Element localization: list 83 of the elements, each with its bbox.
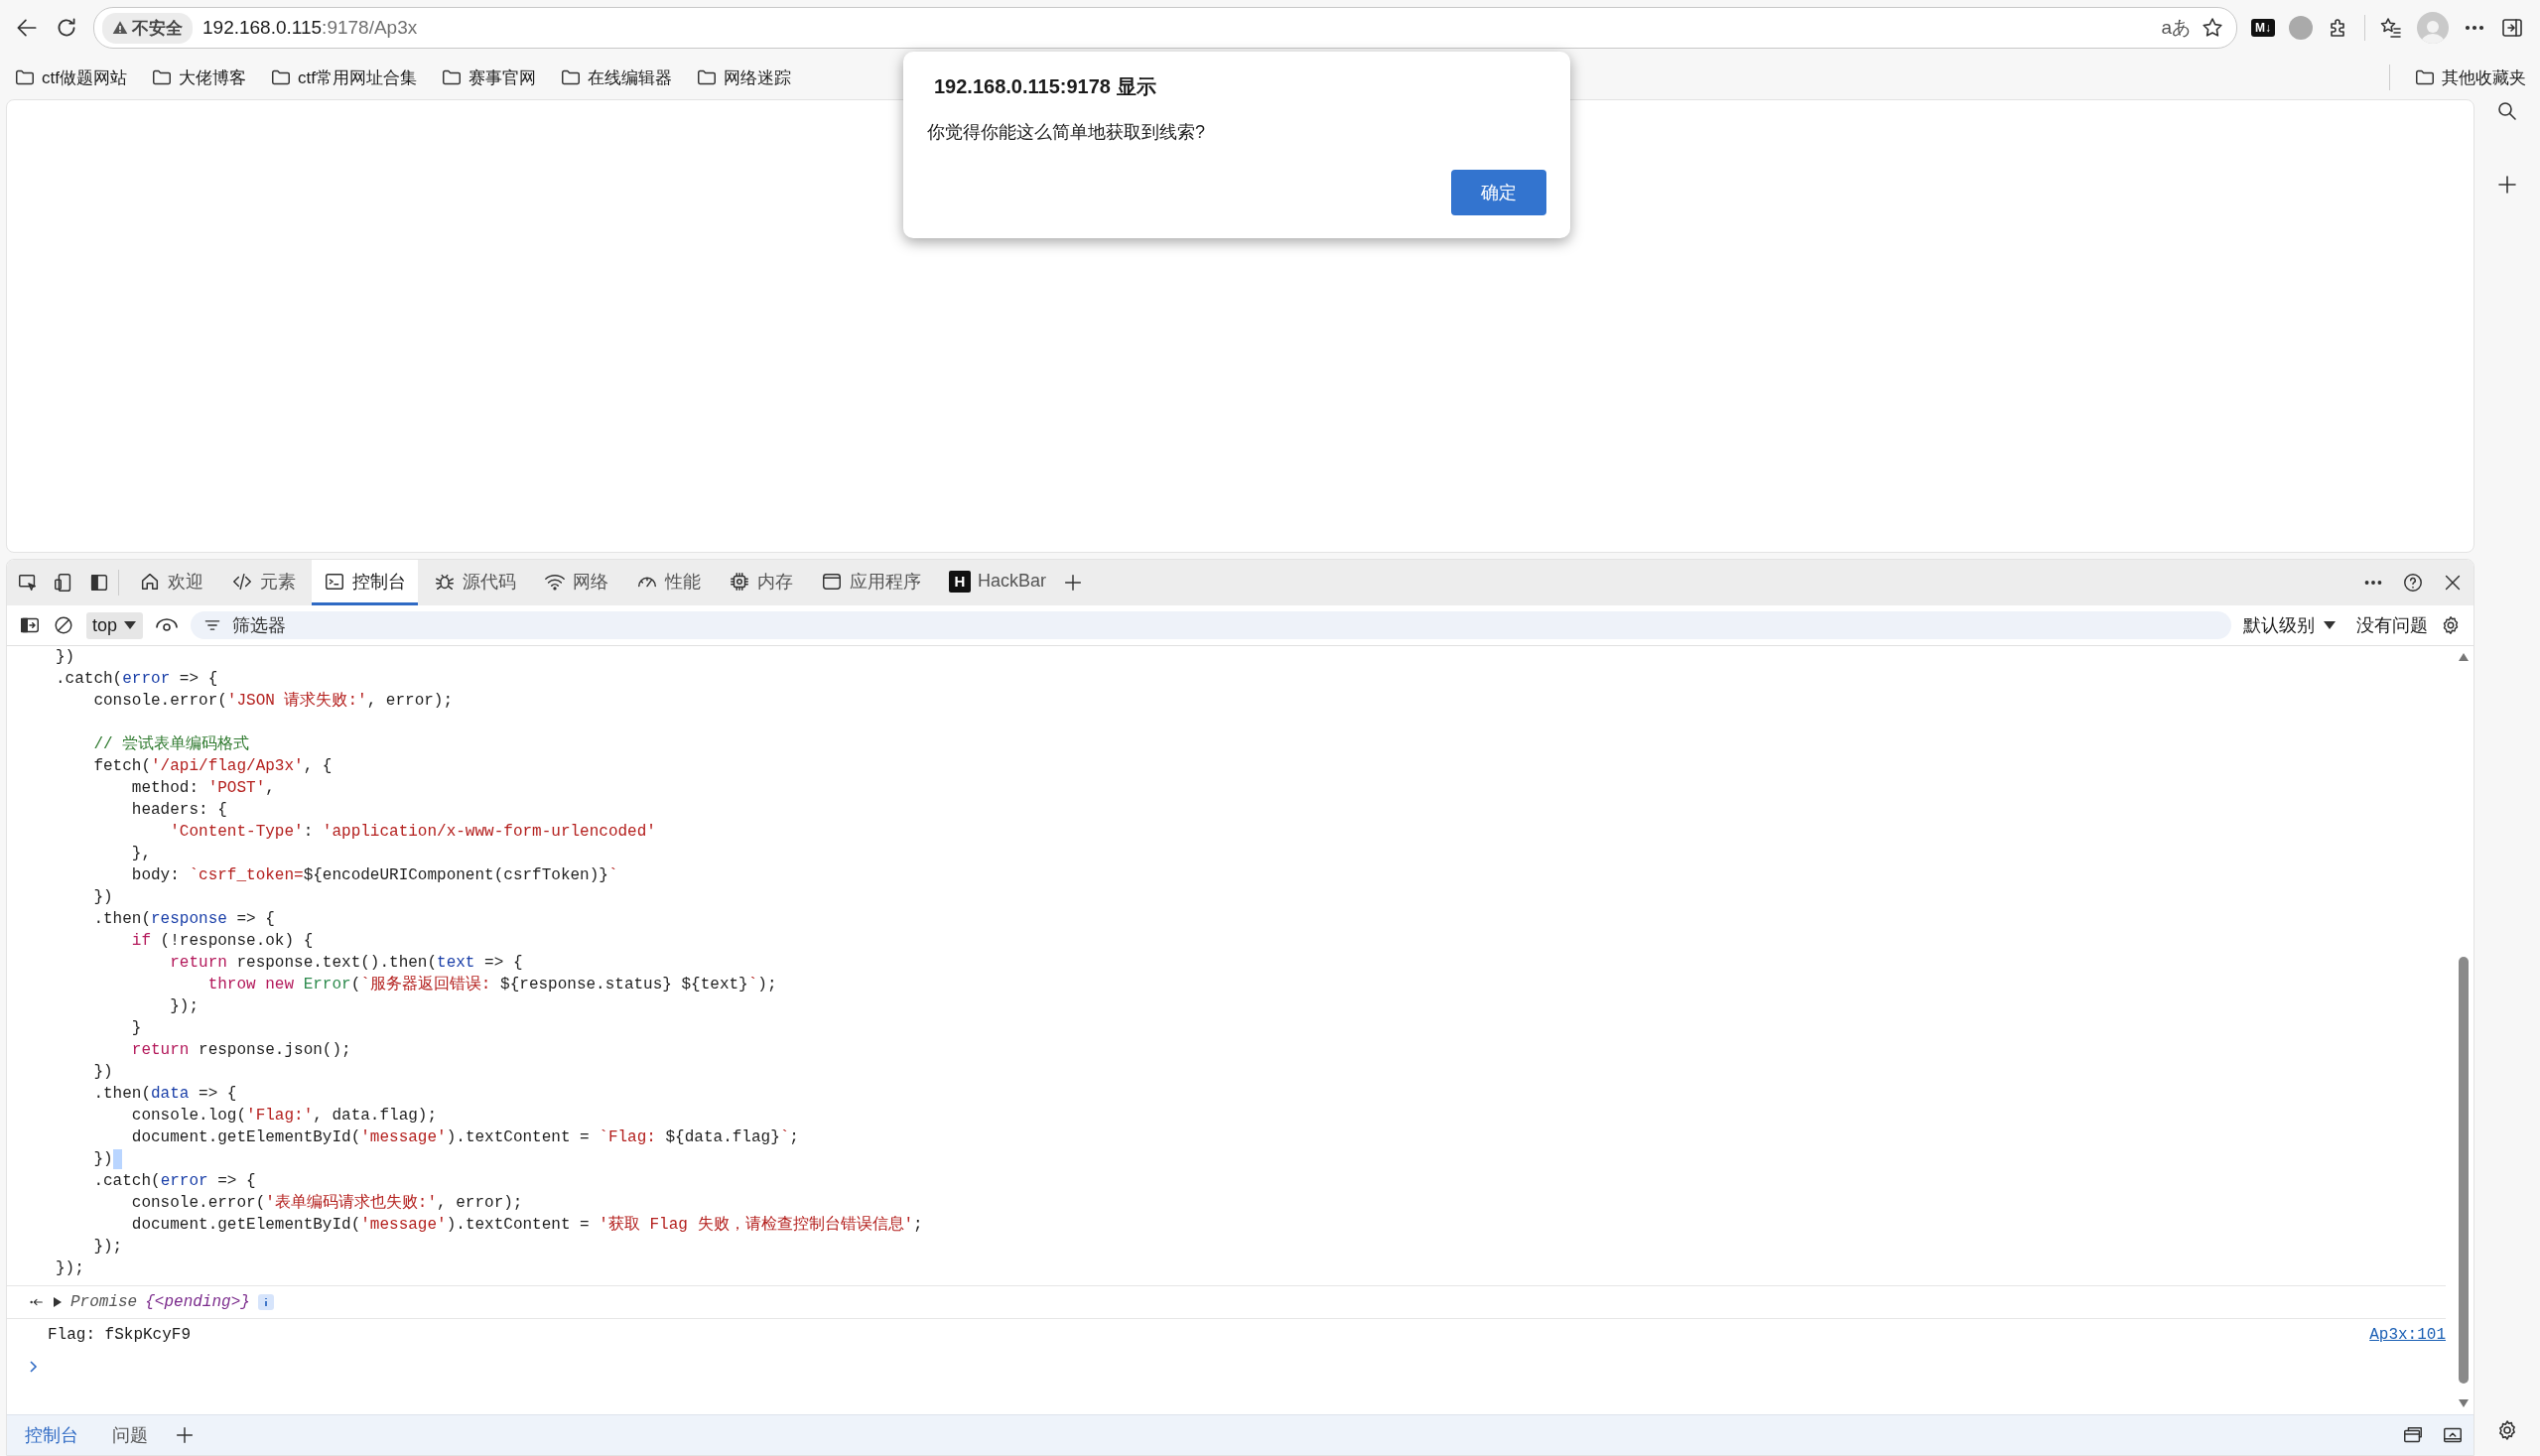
bookmark-link[interactable]: 其他收藏夹 [2442,66,2526,89]
log-message: Flag: fSkpKcyF9 [48,1326,192,1344]
ok-button[interactable]: 确定 [1451,170,1546,215]
favorites-icon[interactable] [2379,16,2403,40]
inspect-icon[interactable] [17,572,39,594]
bookmark-link[interactable]: ctf做题网站 [42,66,127,89]
scrollbar-thumb[interactable] [2459,956,2469,1385]
devtools-tab[interactable]: 应用程序 [809,560,933,605]
context-dropdown[interactable]: top [86,611,144,639]
sidebar-toggle-icon[interactable] [2500,16,2524,40]
url-text: 192.168.0.115:9178/Ap3x [202,17,419,39]
devtools-tab[interactable]: H HackBar [937,560,1059,605]
code-line: }); [56,1258,84,1279]
code-line: if (!response.ok) { [130,931,314,952]
code-line: .then(data => { [92,1084,237,1105]
warning-icon [112,20,128,36]
issues-status[interactable]: 没有问题 [2356,613,2428,637]
code-line: }) [92,1149,113,1170]
chip-icon [729,570,750,593]
help-icon[interactable] [2402,572,2424,594]
address-bar[interactable]: 不安全 192.168.0.115:9178/Ap3x aあ [93,7,2237,49]
level-dropdown[interactable]: 默认级别 [2243,613,2337,637]
devtools-tab[interactable]: 性能 [624,560,713,605]
code-line: method: 'POST', [130,778,275,799]
code-line: document.getElementById('message').textContent = `Flag: ${data.flag}`; [130,1127,799,1148]
code-line: return response.text().then(text => { [169,953,523,974]
clear-icon[interactable] [53,614,74,636]
add-icon[interactable] [174,1424,196,1446]
devtools-tab[interactable]: 欢迎 [127,560,215,605]
search-icon[interactable] [2495,99,2519,123]
dialog-title: 192.168.0.115:9178 显示 [934,74,1157,99]
expand-triangle-icon[interactable] [53,1296,63,1308]
code-line: fetch('/api/flag/Ap3x', { [92,756,333,777]
result-value: {<pending>} [145,1293,250,1311]
code-line: }) [56,647,75,668]
info-icon[interactable] [257,1294,274,1310]
bookmark-link[interactable]: 在线编辑器 [587,66,672,89]
bookmark-link[interactable]: 大佬博客 [178,66,246,89]
code-line: console.error('表单编码请求也失败:', error); [130,1193,523,1214]
code-line: // 尝试表单编码格式 [92,734,250,755]
bookmark-link[interactable]: 赛事官网 [468,66,536,89]
dialog-message: 你觉得你能这么简单地获取到线索? [927,121,1206,144]
code-line: }) [92,887,113,908]
scroll-down-icon[interactable] [2458,1398,2470,1408]
code-line: console.log('Flag:', data.flag); [130,1106,438,1126]
bookmark-link[interactable]: ctf常用网址合集 [297,66,417,89]
devtools-tab[interactable]: 控制台 [312,560,418,605]
devtools-tab[interactable]: 元素 [219,560,308,605]
code-line: headers: { [130,800,227,821]
panel-icon[interactable] [88,572,110,594]
code-line: .catch(error => { [56,669,218,690]
code-line: 'Content-Type': 'application/x-www-form-urlencoded' [169,822,656,843]
code-line: }) [92,1062,113,1083]
star-icon[interactable] [2201,16,2224,40]
code-line: }); [92,1237,123,1257]
devtools-tab[interactable]: 源代码 [422,560,528,605]
caret-icon [123,620,138,630]
bookmark-link[interactable]: 网络迷踪 [723,66,791,89]
code-line: document.getElementById('message').textContent = '获取 Flag 失败，请检查控制台错误信息'; [130,1214,923,1236]
security-warning[interactable]: 不安全 [102,12,193,44]
code-line: console.error('JSON 请求失败:', error); [92,691,454,712]
code-line: .then(response => { [92,909,275,930]
code-line: }); [169,996,200,1017]
read-aloud-button[interactable]: aあ [2161,15,2191,41]
source-link[interactable]: Ap3x:101 [2369,1326,2446,1344]
code-line: body: `csrf_token=${encodeURIComponent(csrfToken)}` [130,865,618,886]
code-line: } [130,1018,142,1039]
code-line: throw new Error(`服务器返回错误: ${response.status} ${text}`); [206,975,777,995]
devtools-tab[interactable]: 内存 [717,560,805,605]
drawer-tab[interactable]: 控制台 [17,1417,86,1453]
devtools-tab[interactable]: 网络 [532,560,620,605]
result-type: Promise [70,1293,138,1311]
hackbar-logo: H [949,570,971,593]
code-line: }, [130,844,151,864]
code-line: return response.json(); [130,1040,351,1061]
code-line: .catch(error => { [92,1171,256,1192]
prompt-chevron-icon [29,1360,39,1374]
markdown-extension-button[interactable]: M↓ [2251,19,2275,37]
filter-field[interactable]: 筛选器 [191,611,2231,639]
drawer-tab[interactable]: 问题 [104,1417,156,1453]
scroll-up-icon[interactable] [2458,652,2470,662]
add-icon[interactable] [2495,173,2519,197]
caret-icon [2323,620,2337,630]
